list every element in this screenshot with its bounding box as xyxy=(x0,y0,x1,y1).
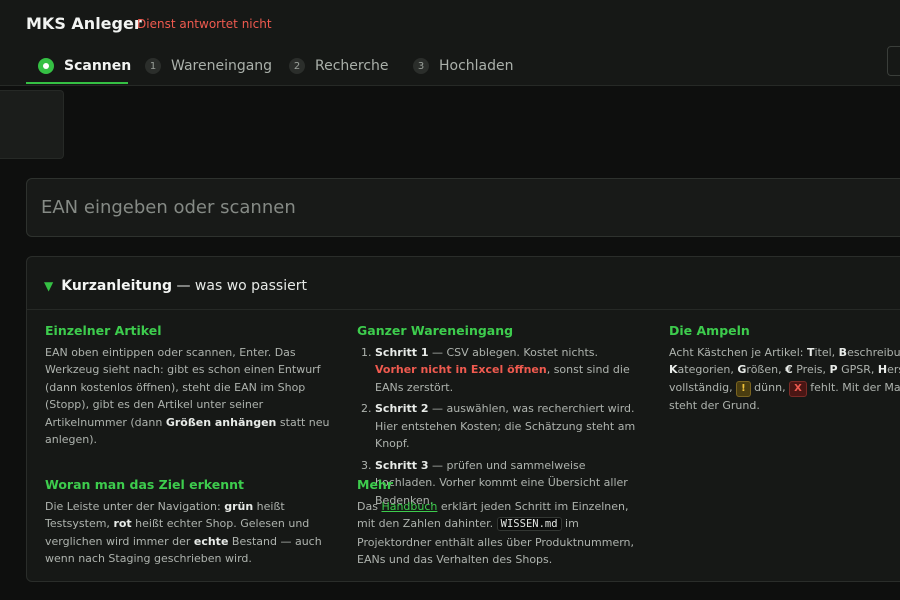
tab-number: 3 xyxy=(413,58,429,74)
manual-link[interactable]: Handbuch xyxy=(381,500,437,513)
tab-recherche[interactable]: 2 Recherche xyxy=(289,48,389,84)
list-item: Schritt 2 — auswählen, was recherchiert … xyxy=(375,400,637,453)
section-text: EAN oben eintippen oder scannen, Enter. … xyxy=(45,345,330,447)
divider xyxy=(27,309,900,310)
tab-hochladen[interactable]: 3 Hochladen xyxy=(413,48,514,84)
tab-active-dot-icon xyxy=(38,58,54,74)
section-heading: Ganzer Wareneingang xyxy=(357,323,514,338)
ean-input[interactable] xyxy=(26,178,900,237)
service-status: Dienst antwortet nicht xyxy=(137,17,272,31)
tab-label: Recherche xyxy=(315,58,389,74)
triangle-down-icon: ▼ xyxy=(44,279,54,293)
top-bar: MKS Anleger Dienst antwortet nicht Scann… xyxy=(0,0,900,86)
tab-number: 2 xyxy=(289,58,305,74)
tab-scannen[interactable]: Scannen xyxy=(38,48,131,84)
quick-guide-title: Kurzanleitung — was wo passiert xyxy=(61,278,307,294)
tab-label: Wareneingang xyxy=(171,58,273,74)
section-heading: Die Ampeln xyxy=(669,323,750,338)
filename-code: WISSEN.md xyxy=(496,517,562,531)
active-tab-indicator xyxy=(26,82,128,84)
section-text: Die Leiste unter der Navigation: grün he… xyxy=(45,499,322,566)
section-text: Acht Kästchen je Artikel: Titel, Beschre… xyxy=(669,345,900,412)
section-heading: Mehr xyxy=(357,477,393,492)
section-text: Das Handbuch erklärt jeden Schritt im Ei… xyxy=(357,499,635,567)
list-item: Schritt 1 — CSV ablegen. Kostet nichts. … xyxy=(375,344,637,397)
app-title: MKS Anleger xyxy=(26,14,142,33)
tab-number: 1 xyxy=(145,58,161,74)
section-status-lights: Die Ampeln Acht Kästchen je Artikel: Tit… xyxy=(669,322,900,414)
environment-indicator xyxy=(0,90,64,159)
quick-guide-toggle[interactable]: ▼ Kurzanleitung — was wo passiert xyxy=(44,278,307,294)
section-single-article: Einzelner Artikel EAN oben eintippen ode… xyxy=(45,322,335,449)
section-target-system: Woran man das Ziel erkennt Die Leiste un… xyxy=(45,476,330,568)
section-heading: Woran man das Ziel erkennt xyxy=(45,477,244,492)
tab-label: Hochladen xyxy=(439,58,514,74)
warning-badge-icon: ! xyxy=(736,380,751,397)
tab-bar: Scannen 1 Wareneingang 2 Recherche 3 Hoc… xyxy=(0,48,900,85)
tab-label: Scannen xyxy=(64,58,132,74)
section-heading: Einzelner Artikel xyxy=(45,323,162,338)
missing-badge-icon: X xyxy=(789,380,807,397)
quick-guide-panel: ▼ Kurzanleitung — was wo passiert Einzel… xyxy=(26,256,900,582)
section-more: Mehr Das Handbuch erklärt jeden Schritt … xyxy=(357,476,642,569)
tab-wareneingang[interactable]: 1 Wareneingang xyxy=(145,48,272,84)
